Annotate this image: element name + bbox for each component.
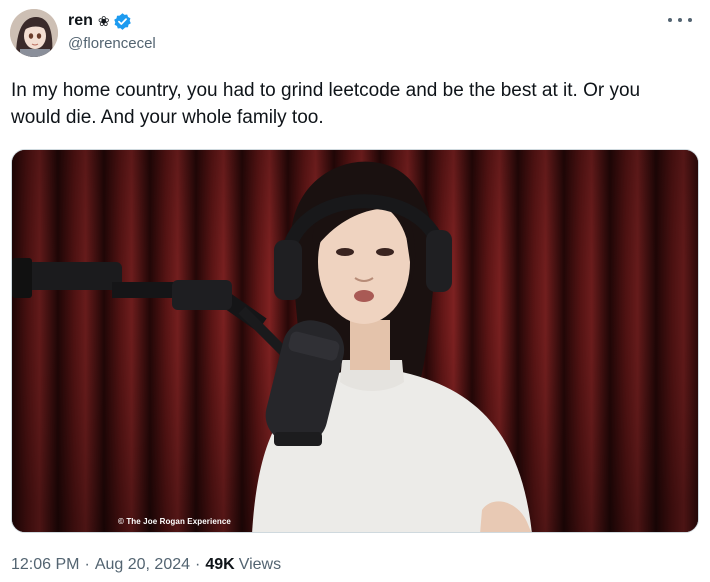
tweet-text: In my home country, you had to grind lee… — [11, 80, 641, 128]
tweet-card: ren ❀ @florencecel In my home country, y… — [0, 0, 710, 582]
tweet-media-image[interactable]: © The Joe Rogan Experience — [11, 149, 699, 533]
views-count[interactable]: 49K — [205, 556, 234, 574]
tweet-metadata: 12:06 PM · Aug 20, 2024 · 49K Views — [11, 556, 281, 574]
author-info: ren ❀ @florencecel — [68, 11, 156, 52]
podcast-photo — [12, 150, 698, 532]
verified-badge-icon[interactable] — [113, 12, 132, 31]
dot — [668, 18, 672, 22]
separator: · — [84, 556, 90, 573]
avatar[interactable] — [10, 9, 58, 57]
views-label: Views — [238, 556, 282, 573]
separator: · — [195, 556, 201, 573]
dot — [688, 18, 692, 22]
avatar-image — [10, 9, 58, 57]
name-row: ren ❀ — [68, 11, 156, 31]
flower-emoji: ❀ — [97, 13, 110, 29]
tweet-time[interactable]: 12:06 PM — [11, 556, 79, 574]
more-options-icon[interactable] — [668, 10, 692, 30]
tweet-date[interactable]: Aug 20, 2024 — [95, 556, 190, 574]
display-name[interactable]: ren — [68, 12, 93, 30]
user-handle[interactable]: @florencecel — [68, 35, 156, 52]
dot — [678, 18, 682, 22]
media-watermark: © The Joe Rogan Experience — [118, 517, 231, 526]
